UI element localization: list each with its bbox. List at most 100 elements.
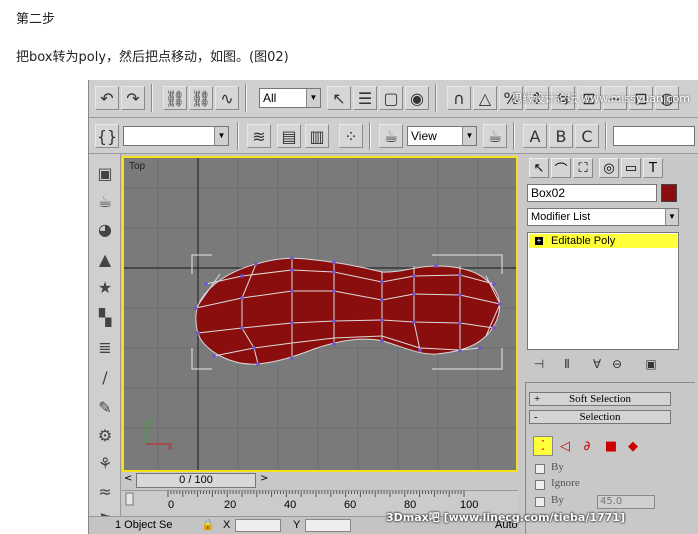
selection-filter-dropdown[interactable]: All ▼ [259, 88, 321, 108]
hierarchy-tab-icon[interactable]: ⛶ [573, 158, 593, 178]
stack-item-label: Editable Poly [551, 235, 616, 247]
pin-stack-icon[interactable]: ⊣ [529, 356, 549, 372]
redo-icon[interactable]: ↷ [121, 86, 145, 110]
sphere-icon[interactable]: ◕ [93, 216, 117, 242]
window-crossing-icon[interactable]: ◉ [405, 86, 429, 110]
watermark-top: 思缘设计论坛 www.missyuan.com [511, 92, 690, 105]
axis-tripod: y x [145, 416, 173, 452]
by-vertex-checkbox[interactable] [535, 464, 545, 474]
edge-mode-icon[interactable]: ◁ [555, 436, 575, 456]
vertex-mode-icon[interactable]: ⁚ [533, 436, 553, 456]
x-coord-label: X [223, 519, 231, 531]
render-b-icon[interactable]: B [549, 124, 573, 148]
modifier-list-dropdown[interactable]: Modifier List ▼ [527, 208, 679, 226]
by-vertex-label: By [551, 461, 564, 473]
snap-toggle-icon[interactable]: ∩ [447, 86, 471, 110]
object-name-field[interactable]: Box02 [527, 184, 657, 202]
create-tab-icon[interactable]: ↖ [529, 158, 549, 178]
ruler-label: 40 [284, 499, 297, 511]
toolbar-divider [435, 84, 437, 112]
secondary-toolbar: {} ▼ ≋ ▤ ▥ ⁘ ☕ View ▼ ☕ A B C [89, 118, 698, 154]
render-scene-icon[interactable]: ☕ [379, 124, 403, 148]
command-panel: ↖ ⌒ ⛶ ◎ ▭ T Box02 Modifier List ▼ + Edit… [521, 154, 698, 534]
gear-icon[interactable]: ⚙ [93, 422, 117, 448]
undo-icon[interactable]: ↶ [95, 86, 119, 110]
box-primitive-icon[interactable]: ▣ [93, 160, 117, 186]
rectangular-selection-icon[interactable]: ▢ [379, 86, 403, 110]
display-tab-icon[interactable]: ▭ [621, 158, 641, 178]
motion-tab-icon[interactable]: ◎ [599, 158, 619, 178]
max-window: ↶ ↷ ⛓ ⛓ ∿ All ▼ ↖ ☰ ▢ ◉ ∩ △ % ⇕ ⇆ ⊞ ∼ ⊡ … [88, 80, 698, 534]
svg-text:y: y [148, 416, 153, 426]
tube-icon[interactable]: ∕ [93, 364, 117, 390]
frame-counter[interactable]: 0 / 100 [136, 473, 256, 488]
toolbar-divider [151, 84, 153, 112]
modify-tab-icon[interactable]: ⌒ [551, 158, 571, 178]
bend-modifier-icon[interactable]: ⚘ [93, 450, 117, 476]
star-shape-icon[interactable]: ★ [93, 274, 117, 300]
render-preset-field[interactable] [613, 126, 695, 146]
toolbar-divider [513, 122, 515, 150]
select-object-icon[interactable]: ↖ [327, 86, 351, 110]
by-angle-checkbox[interactable] [535, 497, 545, 507]
show-end-result-icon[interactable]: Ⅱ [557, 356, 577, 372]
rollout-sign: - [534, 411, 538, 423]
checker-icon[interactable]: ▚ [93, 304, 117, 330]
cylinder-icon[interactable]: ≣ [93, 334, 117, 360]
time-next-arrow[interactable]: > [260, 473, 268, 484]
selection-count: 1 Object Se [115, 519, 173, 531]
rollout-sign: + [534, 393, 541, 405]
modifier-list-label: Modifier List [531, 211, 591, 223]
polygon-mode-icon[interactable]: ■ [601, 436, 621, 456]
named-selection-icon[interactable]: {} [95, 124, 119, 148]
ignore-backfacing-checkbox[interactable] [535, 480, 545, 490]
bind-space-warp-icon[interactable]: ∿ [215, 86, 239, 110]
selection-rollout[interactable]: - Selection [529, 410, 671, 424]
angle-snap-icon[interactable]: △ [473, 86, 497, 110]
soft-selection-rollout[interactable]: + Soft Selection [529, 392, 671, 406]
remove-modifier-icon[interactable]: ⊖ [607, 356, 627, 372]
ruler-label: 60 [344, 499, 357, 511]
x-coord-field[interactable] [235, 519, 281, 532]
rollout-title: Soft Selection [568, 393, 632, 405]
by-angle-value[interactable]: 45.0 [597, 495, 655, 509]
object-color-swatch[interactable] [661, 184, 677, 202]
modifier-stack: + Editable Poly [527, 232, 679, 350]
y-coord-field[interactable] [305, 519, 351, 532]
unlink-icon[interactable]: ⛓ [189, 86, 213, 110]
layer-manager-icon[interactable]: ≋ [247, 124, 271, 148]
twist-modifier-icon[interactable]: ≈ [93, 478, 117, 504]
left-toolbar: ▣ ☕ ◕ ▲ ★ ▚ ≣ ∕ ✎ ⚙ ⚘ ≈ ⚑ [89, 154, 121, 534]
time-slider[interactable]: < 0 / 100 > [122, 472, 518, 490]
render-a-icon[interactable]: A [523, 124, 547, 148]
named-selection-dropdown[interactable]: ▼ [123, 126, 229, 146]
dope-sheet-icon[interactable]: ▥ [305, 124, 329, 148]
configure-sets-icon[interactable]: ▣ [641, 356, 661, 372]
lock-selection-icon[interactable]: 🔒 [201, 518, 215, 531]
time-prev-arrow[interactable]: < [124, 473, 132, 484]
teapot-icon[interactable]: ☕ [93, 188, 117, 214]
top-viewport[interactable]: Top y x [122, 156, 518, 472]
brush-icon[interactable]: ✎ [93, 394, 117, 420]
view-dropdown-value: View [411, 129, 437, 143]
border-mode-icon[interactable]: ∂ [577, 436, 597, 456]
stack-item-editable-poly[interactable]: + Editable Poly [529, 234, 677, 248]
svg-text:x: x [168, 442, 173, 452]
expand-icon[interactable]: + [535, 237, 543, 245]
toolbar-divider [237, 122, 239, 150]
make-unique-icon[interactable]: ∀ [587, 356, 607, 372]
cone-icon[interactable]: ▲ [93, 246, 117, 272]
by-angle-label: By [551, 494, 564, 506]
ruler-label: 0 [168, 499, 175, 511]
material-spheres-icon[interactable]: ⁘ [339, 124, 363, 148]
selection-filter-value: All [263, 91, 277, 105]
utilities-tab-icon[interactable]: T [643, 158, 663, 178]
render-c-icon[interactable]: C [575, 124, 599, 148]
track-view-icon[interactable]: ▤ [277, 124, 301, 148]
view-dropdown[interactable]: View ▼ [407, 126, 477, 146]
element-mode-icon[interactable]: ◆ [623, 436, 643, 456]
select-link-icon[interactable]: ⛓ [163, 86, 187, 110]
quick-render-icon[interactable]: ☕ [483, 124, 507, 148]
rollout-title: Selection [579, 411, 621, 423]
select-by-name-icon[interactable]: ☰ [353, 86, 377, 110]
